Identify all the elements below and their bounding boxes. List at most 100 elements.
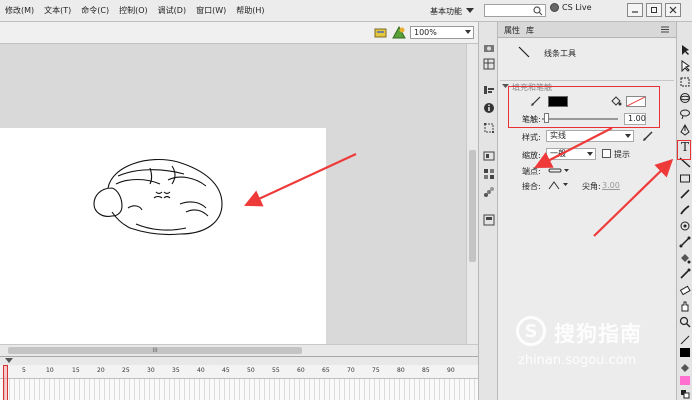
restore-button[interactable] xyxy=(646,3,662,17)
stroke-color-chip[interactable] xyxy=(680,348,690,357)
library-panel-icon[interactable] xyxy=(483,58,495,70)
tab-library[interactable]: 库 xyxy=(526,25,534,36)
miter-value[interactable]: 3.00 xyxy=(602,181,620,190)
stroke-size-slider-handle[interactable] xyxy=(544,113,549,123)
swap-colors-icon[interactable] xyxy=(679,388,691,400)
search-input[interactable] xyxy=(484,4,546,17)
subselection-tool-icon[interactable] xyxy=(679,60,691,72)
lasso-tool-icon[interactable] xyxy=(679,108,691,120)
fill-color-tool-icon[interactable] xyxy=(679,362,691,374)
bone-tool-icon[interactable] xyxy=(679,236,691,248)
menu-commands[interactable]: 命令(C) xyxy=(76,5,114,16)
tab-properties[interactable]: 属性 xyxy=(504,25,520,36)
edit-scene-icon[interactable] xyxy=(392,26,406,40)
no-color-icon xyxy=(626,96,646,107)
paint-bucket-tool-icon[interactable] xyxy=(679,252,691,264)
selection-tool-icon[interactable] xyxy=(679,44,691,56)
panel-tabs: 属性 库 xyxy=(498,22,676,38)
stroke-size-input[interactable]: 1.00 xyxy=(624,113,646,125)
timeline-frames[interactable] xyxy=(0,379,478,400)
join-style-select[interactable] xyxy=(548,180,570,190)
stage-vertical-scrollbar[interactable] xyxy=(466,44,478,344)
scale-select[interactable]: 一般 xyxy=(546,148,596,160)
frame-tick: 30 xyxy=(147,367,155,374)
workspace-label: 基本功能 xyxy=(430,6,462,16)
frame-tick: 65 xyxy=(322,367,330,374)
panel-menu-icon[interactable] xyxy=(660,25,670,34)
cs-live-icon xyxy=(550,3,559,12)
fill-stroke-section-header[interactable]: 填充和笔触 xyxy=(500,80,674,92)
zoom-tool-icon[interactable] xyxy=(679,316,691,328)
frame-tick: 85 xyxy=(422,367,430,374)
scroll-thumb[interactable] xyxy=(469,150,476,262)
menu-help[interactable]: 帮助(H) xyxy=(231,5,269,16)
scroll-thumb[interactable]: III xyxy=(8,347,302,354)
search-icon xyxy=(533,6,543,16)
components-panel-icon[interactable] xyxy=(483,214,495,226)
stage-horizontal-scrollbar[interactable]: III xyxy=(0,344,478,356)
minimize-button[interactable] xyxy=(627,3,643,17)
eyedropper-tool-icon[interactable] xyxy=(679,268,691,280)
menu-modify[interactable]: 修改(M) xyxy=(0,5,39,16)
chevron-down-icon xyxy=(466,8,474,13)
stroke-color-tool-icon[interactable] xyxy=(679,334,691,346)
stroke-size-slider[interactable] xyxy=(542,118,618,120)
chevron-down-icon xyxy=(502,84,509,88)
cs-live-button[interactable]: CS Live xyxy=(550,3,592,12)
close-button[interactable] xyxy=(665,3,681,17)
playhead[interactable] xyxy=(3,365,8,400)
info-panel-icon[interactable] xyxy=(483,102,495,114)
pen-tool-icon[interactable] xyxy=(679,124,691,136)
brush-tool-icon[interactable] xyxy=(679,204,691,216)
menu-debug[interactable]: 调试(D) xyxy=(153,5,191,16)
stroke-color-pencil-icon xyxy=(531,96,541,106)
frame-tick: 15 xyxy=(72,367,80,374)
stage-canvas[interactable] xyxy=(0,128,326,344)
svg-text:T: T xyxy=(681,140,689,152)
tool-name: 线条工具 xyxy=(544,49,576,58)
align-panel-icon[interactable] xyxy=(483,84,495,96)
timeline-collapse-icon[interactable] xyxy=(4,357,14,364)
stroke-style-select[interactable]: 实线 xyxy=(546,130,634,142)
chevron-down-icon xyxy=(587,152,593,156)
hand-tool-icon[interactable] xyxy=(679,300,691,312)
menu-window[interactable]: 窗口(W) xyxy=(191,5,231,16)
rectangle-tool-icon[interactable] xyxy=(679,172,691,184)
eraser-tool-icon[interactable] xyxy=(679,284,691,296)
timeline: 5 10 15 20 25 30 35 40 45 50 55 60 65 70… xyxy=(0,356,478,400)
frame-tick: 80 xyxy=(397,367,405,374)
scale-label: 缩放: xyxy=(522,151,541,160)
motion-presets-icon[interactable] xyxy=(483,186,495,198)
menu-text[interactable]: 文本(T) xyxy=(39,5,76,16)
minimize-icon xyxy=(632,11,638,13)
timeline-ruler[interactable]: 5 10 15 20 25 30 35 40 45 50 55 60 65 70… xyxy=(0,365,478,379)
cs-live-label: CS Live xyxy=(562,3,592,12)
properties-panel-icon[interactable] xyxy=(483,42,495,54)
hint-checkbox[interactable] xyxy=(602,149,611,158)
fill-color-chip[interactable] xyxy=(680,376,690,385)
stroke-size-label: 笔触: xyxy=(522,115,541,124)
3d-rotation-tool-icon[interactable] xyxy=(679,92,691,104)
fill-color-swatch[interactable] xyxy=(626,96,646,107)
pencil-tool-icon[interactable] xyxy=(679,188,691,200)
frame-tick: 55 xyxy=(272,367,280,374)
workspace-switcher[interactable]: 基本功能 xyxy=(430,3,474,19)
menu-control[interactable]: 控制(O) xyxy=(114,5,153,16)
panel-icon-strip xyxy=(478,22,498,400)
deco-tool-icon[interactable] xyxy=(679,220,691,232)
line-tool-icon[interactable] xyxy=(679,156,691,168)
cap-style-select[interactable] xyxy=(548,166,570,175)
color-panel-icon[interactable] xyxy=(483,150,495,162)
search-area: CS Live xyxy=(478,0,692,22)
zoom-select[interactable]: 100% xyxy=(410,26,474,39)
swatches-panel-icon[interactable] xyxy=(483,168,495,180)
text-tool-icon[interactable]: T xyxy=(679,140,691,152)
free-transform-tool-icon[interactable] xyxy=(679,76,691,88)
stroke-color-swatch[interactable] xyxy=(548,96,568,107)
edit-symbols-icon[interactable] xyxy=(374,26,388,40)
fill-bucket-icon xyxy=(611,96,622,106)
transform-panel-icon[interactable] xyxy=(483,122,495,134)
join-label: 接合: xyxy=(522,182,541,191)
menu-bar: 修改(M) 文本(T) 命令(C) 控制(O) 调试(D) 窗口(W) 帮助(H… xyxy=(0,0,478,22)
edit-stroke-style-icon[interactable] xyxy=(642,130,654,142)
